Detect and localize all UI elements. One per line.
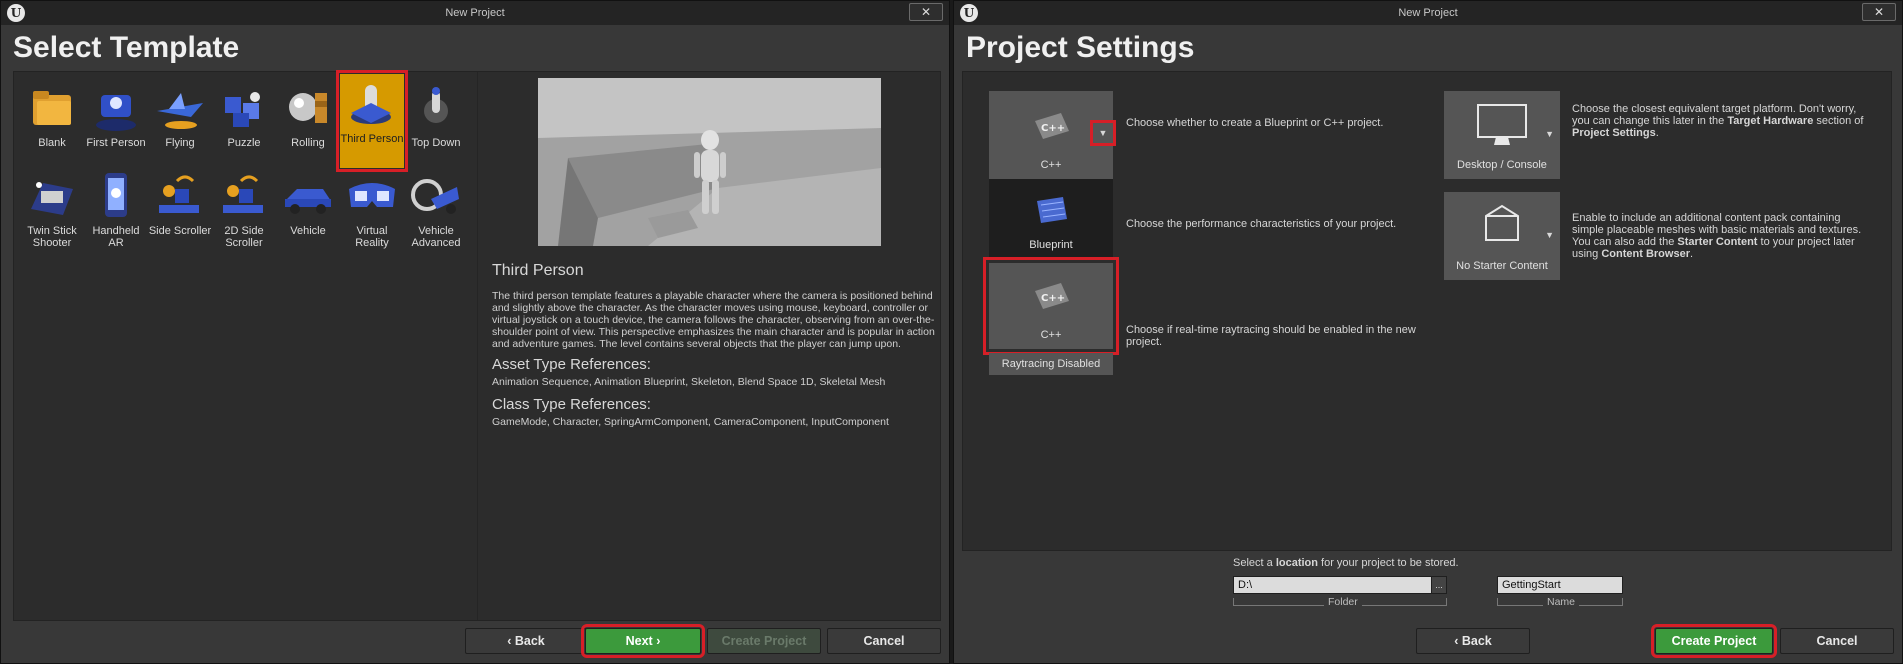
class-type-heading: Class Type References: [492, 396, 651, 413]
platform-selector[interactable]: Desktop / Console ▼ [1444, 91, 1560, 179]
template-virtual-reality[interactable]: Virtual Reality [340, 166, 404, 256]
cancel-button[interactable]: Cancel [827, 628, 941, 654]
window-title: New Project [1398, 7, 1458, 19]
top-down-icon [407, 81, 465, 135]
folder-caption: Folder [1324, 596, 1362, 608]
box-icon [1485, 204, 1519, 241]
asset-type-heading: Asset Type References: [492, 356, 651, 373]
title-bar: U New Project ✕ [1, 1, 949, 25]
template-vehicle-advanced[interactable]: Vehicle Advanced [404, 166, 468, 256]
page-title: Project Settings [966, 31, 1195, 64]
asset-type-list: Animation Sequence, Animation Blueprint,… [492, 376, 886, 388]
raytracing-description: Choose if real-time raytracing should be… [1126, 324, 1416, 348]
unreal-logo-icon: U [7, 4, 25, 22]
cpp-icon: C++ [1035, 113, 1069, 139]
performance-description: Choose the performance characteristics o… [1126, 218, 1397, 230]
template-grid: Blank First Person Flying Puzzle Rolling… [14, 70, 478, 620]
create-project-button[interactable]: Create Project [707, 628, 821, 654]
folder-icon [23, 81, 81, 135]
template-detail-title: Third Person [492, 262, 584, 279]
back-button[interactable]: ‹ Back [465, 628, 587, 654]
template-vehicle[interactable]: Vehicle [276, 166, 340, 256]
2d-side-scroller-icon [215, 169, 273, 223]
title-bar: U New Project ✕ [954, 1, 1902, 25]
vehicle-advanced-icon [407, 169, 465, 223]
starter-content-description: Enable to include an additional content … [1572, 212, 1862, 260]
browse-folder-button[interactable]: ... [1431, 576, 1447, 594]
cpp-option[interactable]: C++ C++ [983, 257, 1119, 355]
third-person-icon [343, 77, 401, 131]
cpp-label: C++ [1040, 329, 1062, 341]
starter-content-selector[interactable]: No Starter Content ▼ [1444, 192, 1560, 280]
template-description: The third person template features a pla… [492, 290, 935, 350]
page-title: Select Template [13, 31, 240, 64]
platform-description: Choose the closest equivalent target pla… [1572, 103, 1864, 139]
cancel-button[interactable]: Cancel [1780, 628, 1894, 654]
chevron-down-icon: ▼ [1098, 128, 1108, 138]
raytracing-option[interactable]: Raytracing Disabled [989, 353, 1113, 375]
class-type-list: GameMode, Character, SpringArmComponent,… [492, 416, 889, 428]
svg-text:C++: C++ [1041, 123, 1065, 134]
language-label: C++ [1040, 159, 1062, 171]
template-rolling[interactable]: Rolling [276, 78, 340, 168]
create-project-button[interactable]: Create Project [1651, 624, 1777, 658]
language-description: Choose whether to create a Blueprint or … [1126, 117, 1384, 129]
vr-icon [343, 169, 401, 223]
project-name-input[interactable]: GettingStart [1497, 576, 1623, 594]
template-twin-stick-shooter[interactable]: Twin Stick Shooter [20, 166, 84, 256]
chevron-down-icon: ▼ [1545, 230, 1554, 240]
template-preview-image [538, 78, 881, 246]
blueprint-icon [1037, 197, 1067, 223]
unreal-logo-icon: U [960, 4, 978, 22]
template-flying[interactable]: Flying [148, 78, 212, 168]
starter-content-label: No Starter Content [1456, 260, 1548, 272]
back-button[interactable]: ‹ Back [1416, 628, 1530, 654]
handheld-ar-icon [87, 169, 145, 223]
chevron-down-icon: ▼ [1545, 129, 1554, 139]
platform-label: Desktop / Console [1457, 159, 1547, 171]
twin-stick-icon [23, 169, 81, 223]
template-handheld-ar[interactable]: Handheld AR [84, 166, 148, 256]
side-scroller-icon [151, 169, 209, 223]
template-third-person[interactable]: Third Person [336, 70, 408, 172]
new-project-window-right: U New Project ✕ Project Settings C++ C++… [953, 0, 1903, 664]
new-project-window-left: U New Project ✕ Select Template Blank Fi… [0, 0, 950, 664]
name-caption: Name [1543, 596, 1580, 608]
language-selector[interactable]: C++ C++ ▼ [989, 91, 1116, 179]
settings-panel: C++ C++ ▼ Choose whether to create a Blu… [962, 71, 1892, 551]
close-button[interactable]: ✕ [909, 3, 943, 21]
svg-text:C++: C++ [1041, 293, 1065, 304]
rolling-icon [279, 81, 337, 135]
template-panel: Blank First Person Flying Puzzle Rolling… [13, 70, 941, 621]
template-first-person[interactable]: First Person [84, 78, 148, 168]
blueprint-option[interactable]: Blueprint [989, 179, 1113, 259]
template-puzzle[interactable]: Puzzle [212, 78, 276, 168]
language-dropdown-button[interactable]: ▼ [1090, 120, 1116, 146]
location-prompt: Select a location for your project to be… [1233, 557, 1459, 569]
cpp-icon: C++ [1035, 283, 1069, 309]
window-title: New Project [445, 7, 505, 19]
folder-input[interactable]: D:\ [1233, 576, 1435, 594]
vehicle-icon [279, 169, 337, 223]
monitor-icon [1477, 104, 1527, 145]
template-top-down[interactable]: Top Down [404, 78, 468, 168]
first-person-icon [87, 81, 145, 135]
template-side-scroller[interactable]: Side Scroller [148, 166, 212, 256]
next-button[interactable]: Next › [581, 624, 705, 658]
close-button[interactable]: ✕ [1862, 3, 1896, 21]
blueprint-label: Blueprint [1029, 239, 1073, 251]
puzzle-icon [215, 81, 273, 135]
template-blank[interactable]: Blank [20, 78, 84, 168]
flying-icon [151, 81, 209, 135]
template-2d-side-scroller[interactable]: 2D Side Scroller [212, 166, 276, 256]
